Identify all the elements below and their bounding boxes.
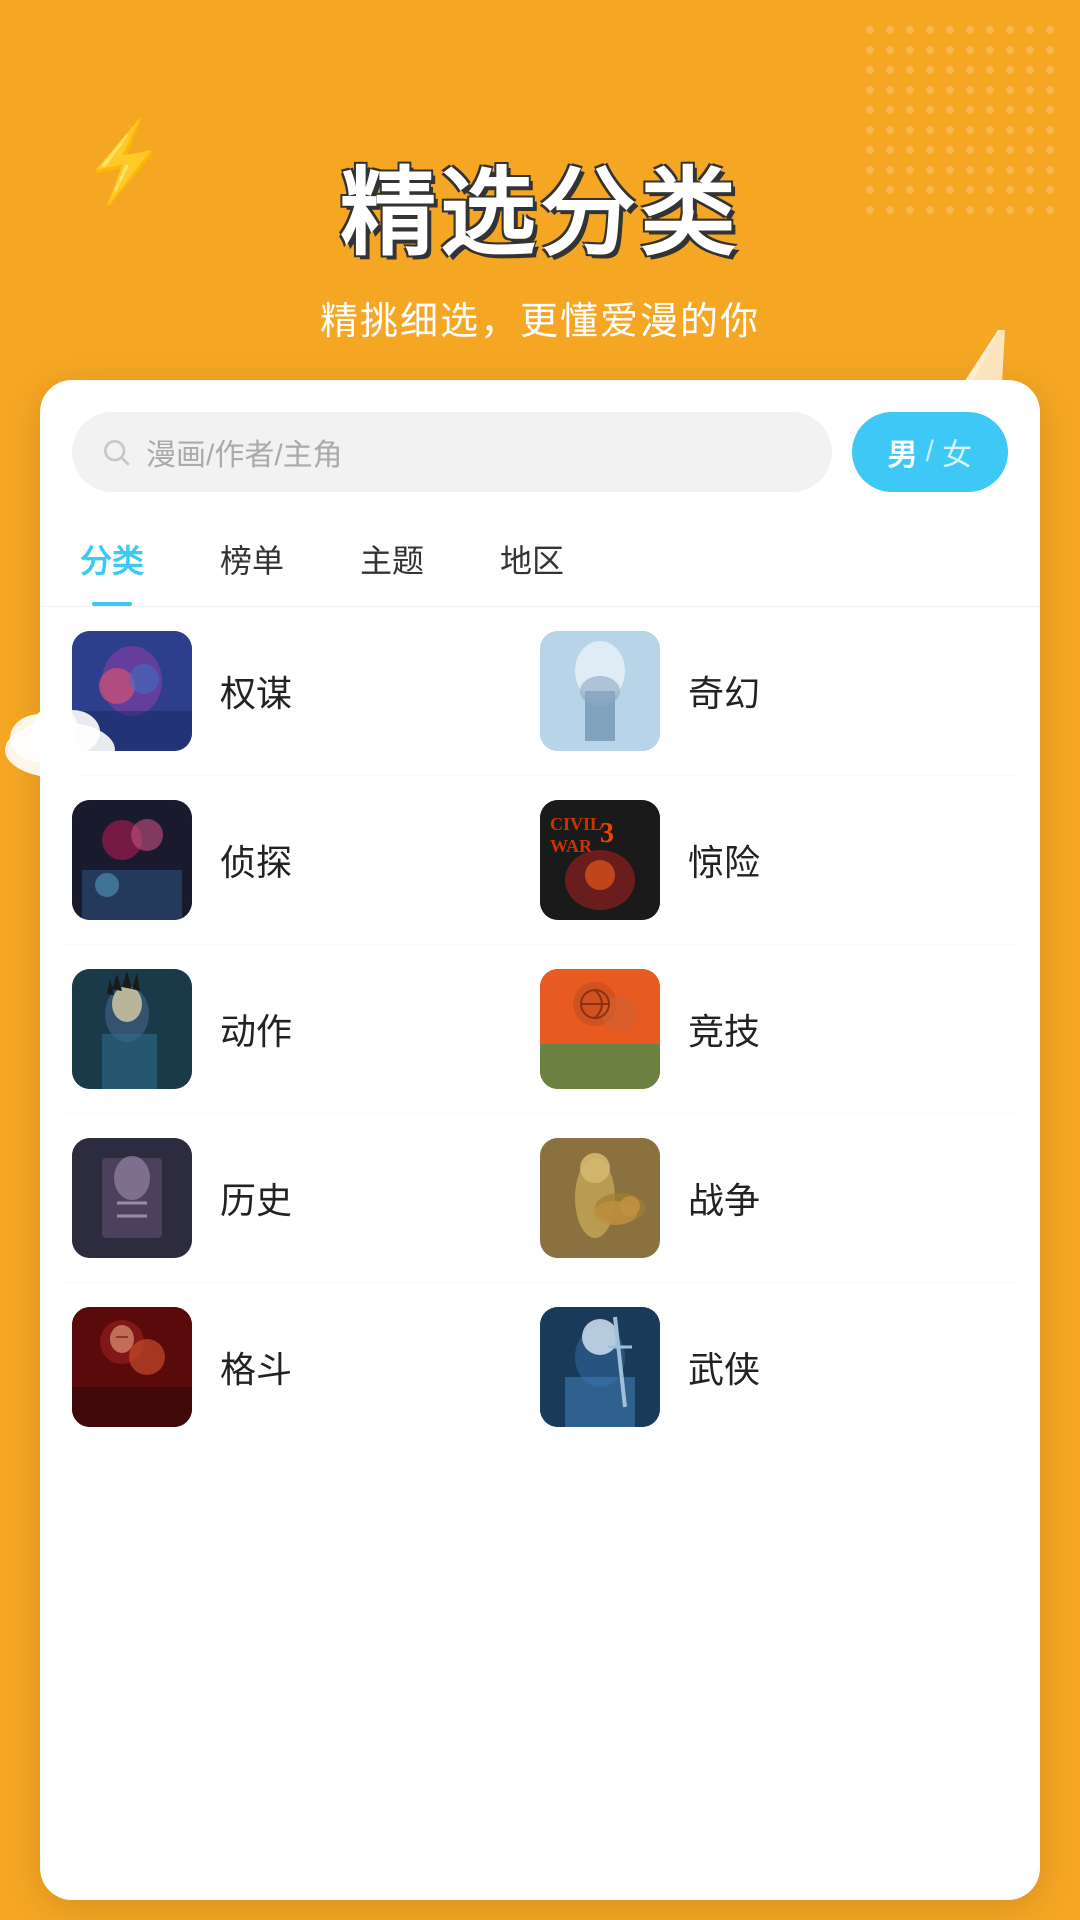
category-item-zhanzhen[interactable]: 战争 (540, 1138, 1008, 1258)
category-thumb-qihuan (540, 631, 660, 751)
category-row-4: 历史 战争 (60, 1114, 1020, 1283)
category-name-jingji: 竞技 (688, 1003, 760, 1055)
svg-text:3: 3 (600, 818, 614, 849)
category-name-dongzuo: 动作 (220, 1003, 292, 1055)
category-item-jingji[interactable]: 竞技 (540, 969, 1008, 1089)
category-item-lishi[interactable]: 历史 (72, 1138, 540, 1258)
search-bar: 漫画/作者/主角 男 / 女 (40, 380, 1040, 512)
main-card: 漫画/作者/主角 男 / 女 分类 榜单 主题 地区 (40, 380, 1040, 1900)
category-thumb-zhanzhen (540, 1138, 660, 1258)
category-name-jingxian: 惊险 (688, 834, 760, 886)
category-list: 权谋 奇幻 (40, 607, 1040, 1451)
category-item-quanmou[interactable]: 权谋 (72, 631, 540, 751)
lightning-icon: ⚡ (73, 113, 176, 212)
paper-plane-icon (940, 330, 1020, 400)
category-thumb-wuxia (540, 1307, 660, 1427)
category-name-gedou: 格斗 (220, 1341, 292, 1393)
cloud-decoration (0, 680, 120, 1740)
category-item-jingxian[interactable]: CIVIL WAR 3 惊险 (540, 800, 1008, 920)
gender-toggle[interactable]: 男 / 女 (852, 412, 1008, 492)
category-row-1: 权谋 奇幻 (60, 607, 1020, 776)
category-row-5: 格斗 武侠 (60, 1283, 1020, 1451)
tab-fenlei[interactable]: 分类 (72, 512, 152, 606)
category-item-dongzuo[interactable]: 动作 (72, 969, 540, 1089)
search-input-wrap[interactable]: 漫画/作者/主角 (72, 412, 832, 492)
category-row-2: 侦探 CIVIL WAR 3 惊险 (60, 776, 1020, 945)
gender-male-label: 男 (888, 430, 918, 474)
category-name-quanmou: 权谋 (220, 665, 292, 717)
gender-separator: / (926, 435, 934, 469)
category-name-zhanzhen: 战争 (688, 1172, 760, 1224)
tab-diqu[interactable]: 地区 (492, 512, 572, 606)
category-row-3: 动作 竞技 (60, 945, 1020, 1114)
tabs-bar: 分类 榜单 主题 地区 (40, 512, 1040, 607)
gender-female-label: 女 (942, 430, 972, 474)
category-thumb-jingxian: CIVIL WAR 3 (540, 800, 660, 920)
category-name-wuxia: 武侠 (688, 1341, 760, 1393)
category-thumb-jingji (540, 969, 660, 1089)
hero-title: 精选分类 (340, 135, 740, 274)
dots-decoration (860, 20, 1060, 220)
svg-text:CIVIL: CIVIL (550, 814, 602, 834)
category-name-zhentan: 侦探 (220, 834, 292, 886)
category-name-lishi: 历史 (220, 1172, 292, 1224)
hero-subtitle: 精挑细选，更懂爱漫的你 (320, 290, 760, 345)
search-input[interactable]: 漫画/作者/主角 (146, 430, 343, 474)
category-item-wuxia[interactable]: 武侠 (540, 1307, 1008, 1427)
tab-zhuti[interactable]: 主题 (352, 512, 432, 606)
tab-bangdan[interactable]: 榜单 (212, 512, 292, 606)
category-item-gedou[interactable]: 格斗 (72, 1307, 540, 1427)
category-name-qihuan: 奇幻 (688, 665, 760, 717)
category-item-qihuan[interactable]: 奇幻 (540, 631, 1008, 751)
search-icon (100, 436, 132, 468)
category-item-zhentan[interactable]: 侦探 (72, 800, 540, 920)
